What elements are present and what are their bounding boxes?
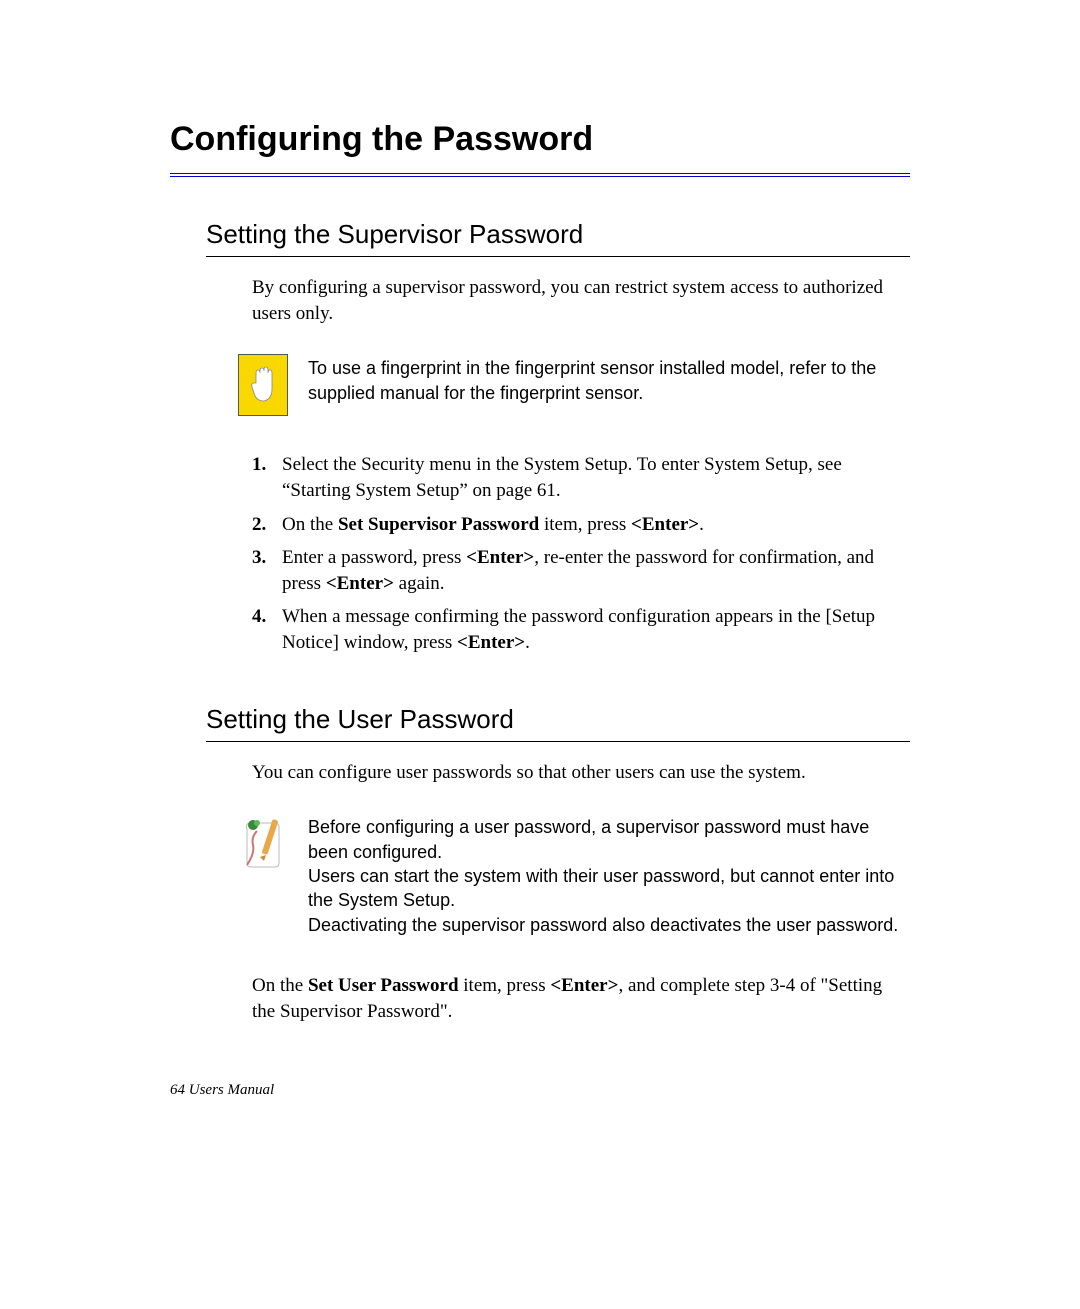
page-footer: 64 Users Manual (170, 1082, 274, 1099)
step-4: When a message confirming the password c… (282, 604, 910, 655)
section1-intro: By configuring a supervisor password, yo… (252, 275, 910, 326)
note-pencil-icon (238, 813, 288, 877)
step-1-text: Select the Security menu in the System S… (282, 454, 842, 501)
note-text: To use a fingerprint in the fingerprint … (308, 354, 910, 405)
note2-line3: Deactivating the supervisor password als… (308, 913, 910, 937)
step-1: Select the Security menu in the System S… (282, 452, 910, 503)
steps-list: Select the Security menu in the System S… (282, 452, 910, 655)
note-text-2: Before configuring a user password, a su… (308, 813, 910, 936)
step-4-text: When a message confirming the password c… (282, 606, 875, 653)
section2-divider (206, 741, 910, 742)
user-password-note: Before configuring a user password, a su… (238, 813, 910, 936)
step-3: Enter a password, press <Enter>, re-ente… (282, 545, 910, 596)
section2-end-text: On the Set User Password item, press <En… (252, 973, 910, 1024)
page-title: Configuring the Password (170, 120, 910, 159)
stop-hand-icon (238, 354, 288, 416)
section2-intro: You can configure user passwords so that… (252, 760, 910, 786)
note2-line1: Before configuring a user password, a su… (308, 815, 910, 864)
step-2-text: On the Set Supervisor Password item, pre… (282, 514, 704, 535)
fingerprint-note: To use a fingerprint in the fingerprint … (238, 354, 910, 416)
title-divider (170, 173, 910, 177)
section1-divider (206, 256, 910, 257)
step-2: On the Set Supervisor Password item, pre… (282, 512, 910, 538)
section2-heading: Setting the User Password (206, 704, 910, 735)
section1-heading: Setting the Supervisor Password (206, 219, 910, 250)
step-3-text: Enter a password, press <Enter>, re-ente… (282, 547, 874, 594)
note2-line2: Users can start the system with their us… (308, 864, 910, 913)
